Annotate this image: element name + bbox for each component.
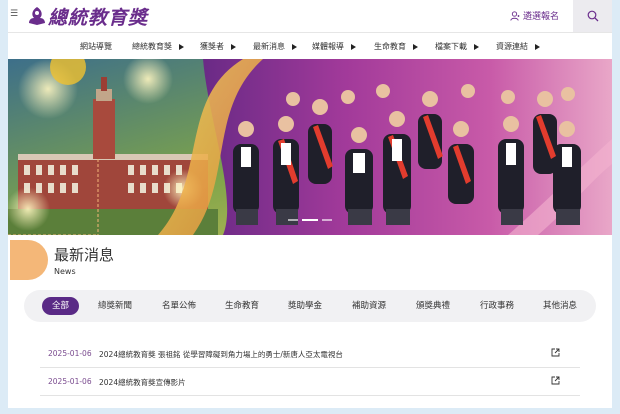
tab-life-education[interactable]: 生命教育 [225,297,259,315]
page-frame [0,408,620,414]
news-date: 2025-01-06 [48,377,92,386]
caret-right-icon [535,43,540,50]
section-title: 最新消息 [54,246,115,264]
tab-award-news[interactable]: 總獎新聞 [98,297,132,315]
nav-item-news[interactable]: 最新消息 [253,41,297,52]
caret-right-icon [413,43,418,50]
hero-banner[interactable] [8,59,612,235]
menu-icon[interactable]: ☰ [10,9,18,19]
tab-all[interactable]: 全部 [42,297,80,315]
external-link-icon[interactable] [551,348,560,357]
nav-item-sitemap[interactable]: 網站導覽 [80,41,112,52]
caret-right-icon [231,43,236,50]
section-accent-shape [10,240,48,280]
main-nav: 網站導覽 總統教育獎 獲獎者 最新消息 媒體報導 生命教育 檔案下載 資源連結 [8,32,612,60]
site-logo[interactable]: 總統教育獎 [28,4,149,29]
user-icon [510,10,520,21]
tab-subsidy-resources[interactable]: 補助資源 [352,297,386,315]
nav-item-winners[interactable]: 獲獎者 [200,41,236,52]
nav-item-label: 生命教育 [374,42,406,51]
external-link-icon[interactable] [551,376,560,385]
news-list-item[interactable]: 2025-01-06 2024總統教育獎宣傳影片 [40,367,580,396]
slide-indicator[interactable] [8,59,612,235]
nav-item-resources[interactable]: 資源連結 [496,41,540,52]
nav-item-media[interactable]: 媒體報導 [312,41,356,52]
nav-item-life-education[interactable]: 生命教育 [374,41,418,52]
logo-emblem-icon [29,7,45,25]
search-button[interactable] [573,0,612,32]
news-date: 2025-01-06 [48,349,92,358]
nav-item-award[interactable]: 總統教育獎 [132,41,184,52]
signup-label: 遴選報名 [523,12,560,22]
logo-text: 總統教育獎 [48,6,149,29]
news-title[interactable]: 2024總統教育獎宣傳影片 [99,377,186,388]
caret-right-icon [179,43,184,50]
nav-item-label: 總統教育獎 [132,42,172,51]
nav-item-downloads[interactable]: 檔案下載 [435,41,479,52]
site-header: ☰ 總統教育獎 遴選報名 [8,0,612,32]
page: ☰ 總統教育獎 遴選報名 網站導覽 總統教育獎 獲獎者 最新消息 媒體報導 生命… [8,0,612,408]
nav-item-label: 最新消息 [253,42,285,51]
tab-scholarships[interactable]: 獎助學金 [288,297,322,315]
tab-award-ceremony[interactable]: 頒獎典禮 [416,297,450,315]
nav-item-label: 網站導覽 [80,42,112,51]
news-category-tabs: 全部 總獎新聞 名單公佈 生命教育 獎助學金 補助資源 頒獎典禮 行政事務 其他… [24,290,596,322]
tab-other-news[interactable]: 其他消息 [543,297,577,315]
section-subtitle: News [54,267,76,276]
nav-item-label: 檔案下載 [435,42,467,51]
signup-link[interactable]: 遴選報名 [510,9,559,22]
caret-right-icon [474,43,479,50]
nav-item-label: 獲獎者 [200,42,224,51]
caret-right-icon [351,43,356,50]
tab-administration[interactable]: 行政事務 [480,297,514,315]
tab-list-announcement[interactable]: 名單公佈 [162,297,196,315]
news-title[interactable]: 2024總統教育獎 張祖銘 從學習障礙到角力場上的勇士/新唐人亞太電視台 [99,349,343,360]
nav-item-label: 媒體報導 [312,42,344,51]
news-list-item[interactable]: 2025-01-06 2024總統教育獎 張祖銘 從學習障礙到角力場上的勇士/新… [40,339,580,368]
search-icon [587,10,598,22]
nav-item-label: 資源連結 [496,42,528,51]
caret-right-icon [292,43,297,50]
